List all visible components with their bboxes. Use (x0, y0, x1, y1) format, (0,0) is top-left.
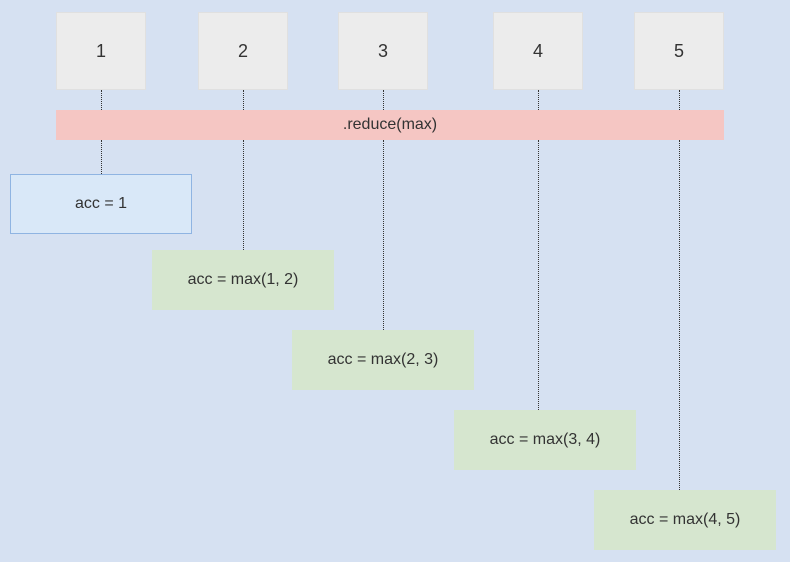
connector-top-1 (101, 90, 102, 110)
input-label: 3 (378, 41, 388, 62)
acc-step-box: acc = max(4, 5) (594, 490, 776, 550)
acc-init-label: acc = 1 (75, 195, 127, 213)
input-box-5: 5 (634, 12, 724, 90)
connector-bottom-4 (538, 140, 539, 410)
connector-bottom-3 (383, 140, 384, 330)
connector-top-4 (538, 90, 539, 110)
input-box-1: 1 (56, 12, 146, 90)
input-label: 1 (96, 41, 106, 62)
input-label: 2 (238, 41, 248, 62)
acc-step-label: acc = max(3, 4) (490, 431, 601, 449)
connector-bottom-2 (243, 140, 244, 250)
acc-step-label: acc = max(4, 5) (630, 511, 741, 529)
acc-step-label: acc = max(1, 2) (188, 271, 299, 289)
input-label: 4 (533, 41, 543, 62)
connector-top-2 (243, 90, 244, 110)
input-label: 5 (674, 41, 684, 62)
connector-top-5 (679, 90, 680, 110)
connector-bottom-5 (679, 140, 680, 490)
input-box-4: 4 (493, 12, 583, 90)
input-box-3: 3 (338, 12, 428, 90)
input-box-2: 2 (198, 12, 288, 90)
connector-top-3 (383, 90, 384, 110)
acc-step-box: acc = max(2, 3) (292, 330, 474, 390)
diagram-stage: 1 2 3 4 5 .reduce(max) acc = 1 acc = max… (0, 0, 790, 562)
acc-step-box: acc = max(3, 4) (454, 410, 636, 470)
reduce-bar: .reduce(max) (56, 110, 724, 140)
acc-init-box: acc = 1 (10, 174, 192, 234)
acc-step-label: acc = max(2, 3) (328, 351, 439, 369)
connector-bottom-1 (101, 140, 102, 174)
reduce-label: .reduce(max) (343, 116, 437, 134)
acc-step-box: acc = max(1, 2) (152, 250, 334, 310)
